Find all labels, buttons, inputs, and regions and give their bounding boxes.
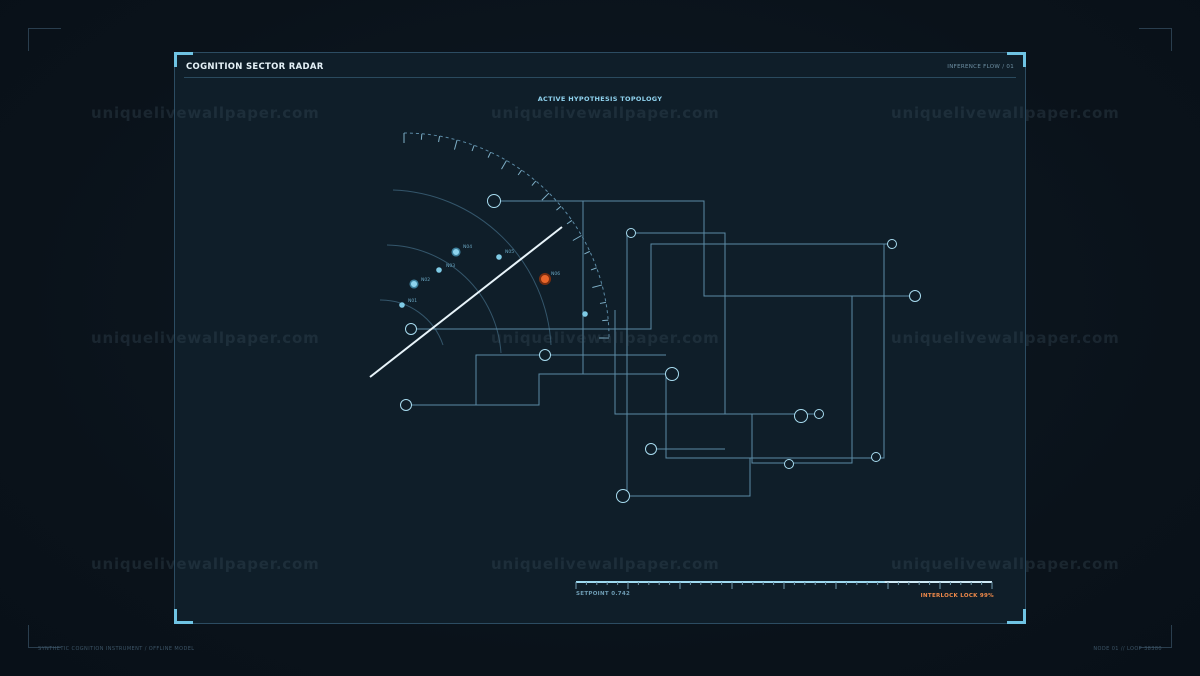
network-node[interactable] bbox=[871, 452, 881, 462]
frame-corner-bottom-left bbox=[28, 625, 61, 648]
network-node[interactable] bbox=[626, 228, 636, 238]
radar-node-extra[interactable] bbox=[582, 311, 588, 317]
radar-arc-1 bbox=[392, 189, 552, 346]
radar-tick-marks bbox=[403, 133, 609, 339]
frame-corner-top-right bbox=[1139, 28, 1172, 51]
circuit-line bbox=[876, 244, 885, 459]
radar-node-label-n04: N04 bbox=[463, 244, 472, 250]
radar-tick bbox=[592, 284, 603, 289]
radar-node-n06-alert[interactable] bbox=[539, 273, 551, 285]
radar-tick bbox=[420, 133, 423, 140]
radar-outer-arc bbox=[403, 132, 610, 339]
network-node[interactable] bbox=[909, 290, 921, 302]
watermark: uniquelivewallpaper.com bbox=[891, 329, 1120, 347]
radar-tick bbox=[501, 160, 507, 170]
radar-node-label-n06: N06 bbox=[551, 271, 560, 277]
network-nodes bbox=[400, 194, 921, 503]
radar-tick bbox=[517, 169, 522, 176]
network-node[interactable] bbox=[400, 399, 412, 411]
radar-tick bbox=[599, 301, 606, 304]
footer-right-text: NODE 01 // LOOP 38380 bbox=[1093, 646, 1162, 652]
network-node[interactable] bbox=[665, 367, 679, 381]
watermark: uniquelivewallpaper.com bbox=[491, 329, 720, 347]
radar-tick bbox=[566, 220, 573, 225]
watermark: uniquelivewallpaper.com bbox=[491, 555, 720, 573]
frame-corner-top-left bbox=[28, 28, 61, 51]
radar-node-label-n02: N02 bbox=[421, 277, 430, 283]
radar-node-n03[interactable] bbox=[436, 267, 442, 273]
network-node[interactable] bbox=[539, 349, 551, 361]
watermark: uniquelivewallpaper.com bbox=[91, 555, 320, 573]
circuit-line bbox=[411, 243, 892, 330]
circuit-line bbox=[475, 354, 545, 405]
watermark: uniquelivewallpaper.com bbox=[891, 555, 1120, 573]
circuit-line bbox=[789, 296, 853, 464]
watermark: uniquelivewallpaper.com bbox=[91, 329, 320, 347]
radar-tick bbox=[584, 250, 591, 255]
radar-tick bbox=[602, 319, 609, 322]
radar-tick bbox=[541, 192, 550, 201]
radar-tick bbox=[438, 136, 441, 143]
radar-tick bbox=[471, 145, 475, 152]
setpoint-gauge-ticks bbox=[575, 582, 993, 589]
frame-corner-bottom-right bbox=[1139, 625, 1172, 648]
radar-tick bbox=[556, 205, 562, 211]
radar-node-label-n01: N01 bbox=[408, 298, 417, 304]
network-node[interactable] bbox=[784, 459, 794, 469]
network-node[interactable] bbox=[814, 409, 824, 419]
network-node[interactable] bbox=[616, 489, 630, 503]
circuit-line bbox=[494, 200, 915, 297]
setpoint-label: SETPOINT 0.742 bbox=[576, 591, 631, 597]
circuit-line bbox=[623, 458, 751, 497]
watermark: uniquelivewallpaper.com bbox=[491, 104, 720, 122]
radar-tick bbox=[572, 235, 582, 241]
interlock-status: INTERLOCK LOCK 99% bbox=[920, 593, 994, 599]
radar-node-n01[interactable] bbox=[399, 302, 405, 308]
radar-node-n02[interactable] bbox=[409, 279, 419, 289]
footer-left-text: SYNTHETIC COGNITION INSTRUMENT / OFFLINE… bbox=[38, 646, 195, 652]
watermark: uniquelivewallpaper.com bbox=[891, 104, 1120, 122]
radar-tick bbox=[453, 139, 458, 150]
network-node[interactable] bbox=[645, 443, 657, 455]
stage: SYNTHETIC COGNITION INSTRUMENT / OFFLINE… bbox=[0, 0, 1200, 676]
network-node[interactable] bbox=[887, 239, 897, 249]
network-node[interactable] bbox=[487, 194, 501, 208]
network-node[interactable] bbox=[794, 409, 808, 423]
radar-arc-3 bbox=[379, 299, 444, 346]
radar-node-n04[interactable] bbox=[451, 247, 461, 257]
radar-tick bbox=[531, 180, 537, 186]
setpoint-gauge bbox=[575, 581, 993, 589]
radar-node-label-n03: N03 bbox=[446, 263, 455, 269]
network-node[interactable] bbox=[405, 323, 417, 335]
radar-node-n05[interactable] bbox=[496, 254, 502, 260]
circuit-network bbox=[406, 200, 915, 497]
circuit-line bbox=[631, 232, 802, 415]
radar-node-label-n05: N05 bbox=[505, 249, 514, 255]
circuit-line bbox=[623, 232, 631, 497]
radar-arc-2 bbox=[386, 244, 502, 354]
radar-tick bbox=[487, 151, 492, 158]
radar-tick bbox=[590, 267, 597, 271]
watermark: uniquelivewallpaper.com bbox=[91, 104, 320, 122]
